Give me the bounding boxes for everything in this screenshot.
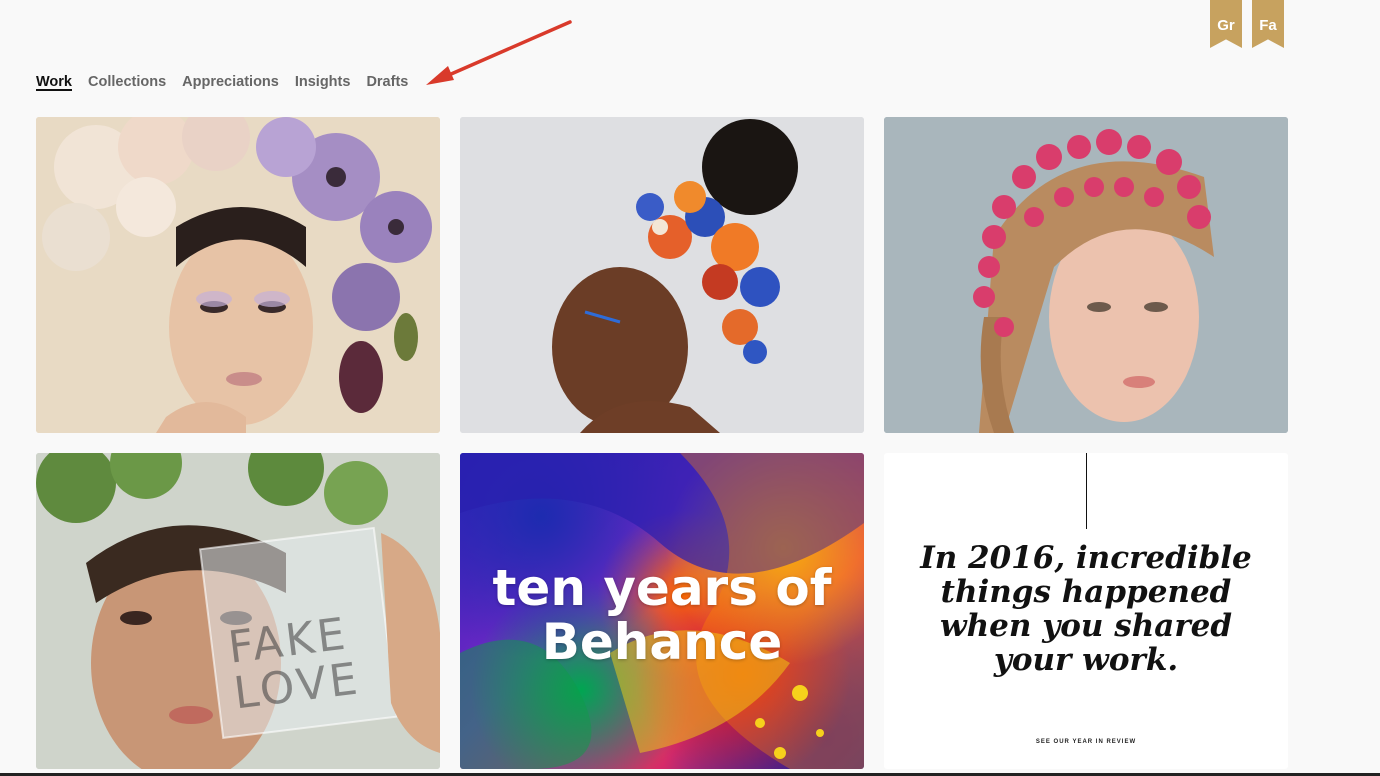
portrait-image xyxy=(884,117,1288,433)
divider-line xyxy=(1086,453,1087,529)
project-card-floral-lavender[interactable] xyxy=(36,117,440,433)
portrait-image xyxy=(36,117,440,433)
badge-group: Gr Fa xyxy=(1210,0,1284,48)
portrait-image xyxy=(36,453,440,769)
year-review-link[interactable]: SEE OUR YEAR IN REVIEW xyxy=(884,739,1288,745)
behance-headline: ten years of Behance xyxy=(492,559,832,671)
fake-love-text: FAKE LOVE xyxy=(225,608,364,720)
project-card-year-in-review[interactable]: In 2016, incredible things happened when… xyxy=(884,453,1288,769)
annotation-arrow-icon xyxy=(426,20,572,85)
tab-work[interactable]: Work xyxy=(36,74,72,92)
tab-appreciations[interactable]: Appreciations xyxy=(182,74,279,92)
project-card-fake-love[interactable]: FAKE LOVE xyxy=(36,453,440,769)
profile-tabs: Work Collections Appreciations Insights … xyxy=(36,74,408,92)
tab-insights[interactable]: Insights xyxy=(295,74,351,92)
project-card-floral-pink[interactable] xyxy=(884,117,1288,433)
badge-gr[interactable]: Gr xyxy=(1210,0,1242,48)
profile-page: Gr Fa Work Collections Appreciations Ins… xyxy=(0,0,1380,776)
badge-fa[interactable]: Fa xyxy=(1252,0,1284,48)
project-card-behance-ten-years[interactable]: ten years of Behance xyxy=(460,453,864,769)
tab-drafts[interactable]: Drafts xyxy=(366,74,408,92)
project-grid: FAKE LOVE ten years of Behance In 2016, … xyxy=(36,117,1288,769)
year-review-headline: In 2016, incredible things happened when… xyxy=(920,540,1252,678)
portrait-image xyxy=(460,117,864,433)
project-card-floral-orange-blue[interactable] xyxy=(460,117,864,433)
tab-collections[interactable]: Collections xyxy=(88,74,166,92)
